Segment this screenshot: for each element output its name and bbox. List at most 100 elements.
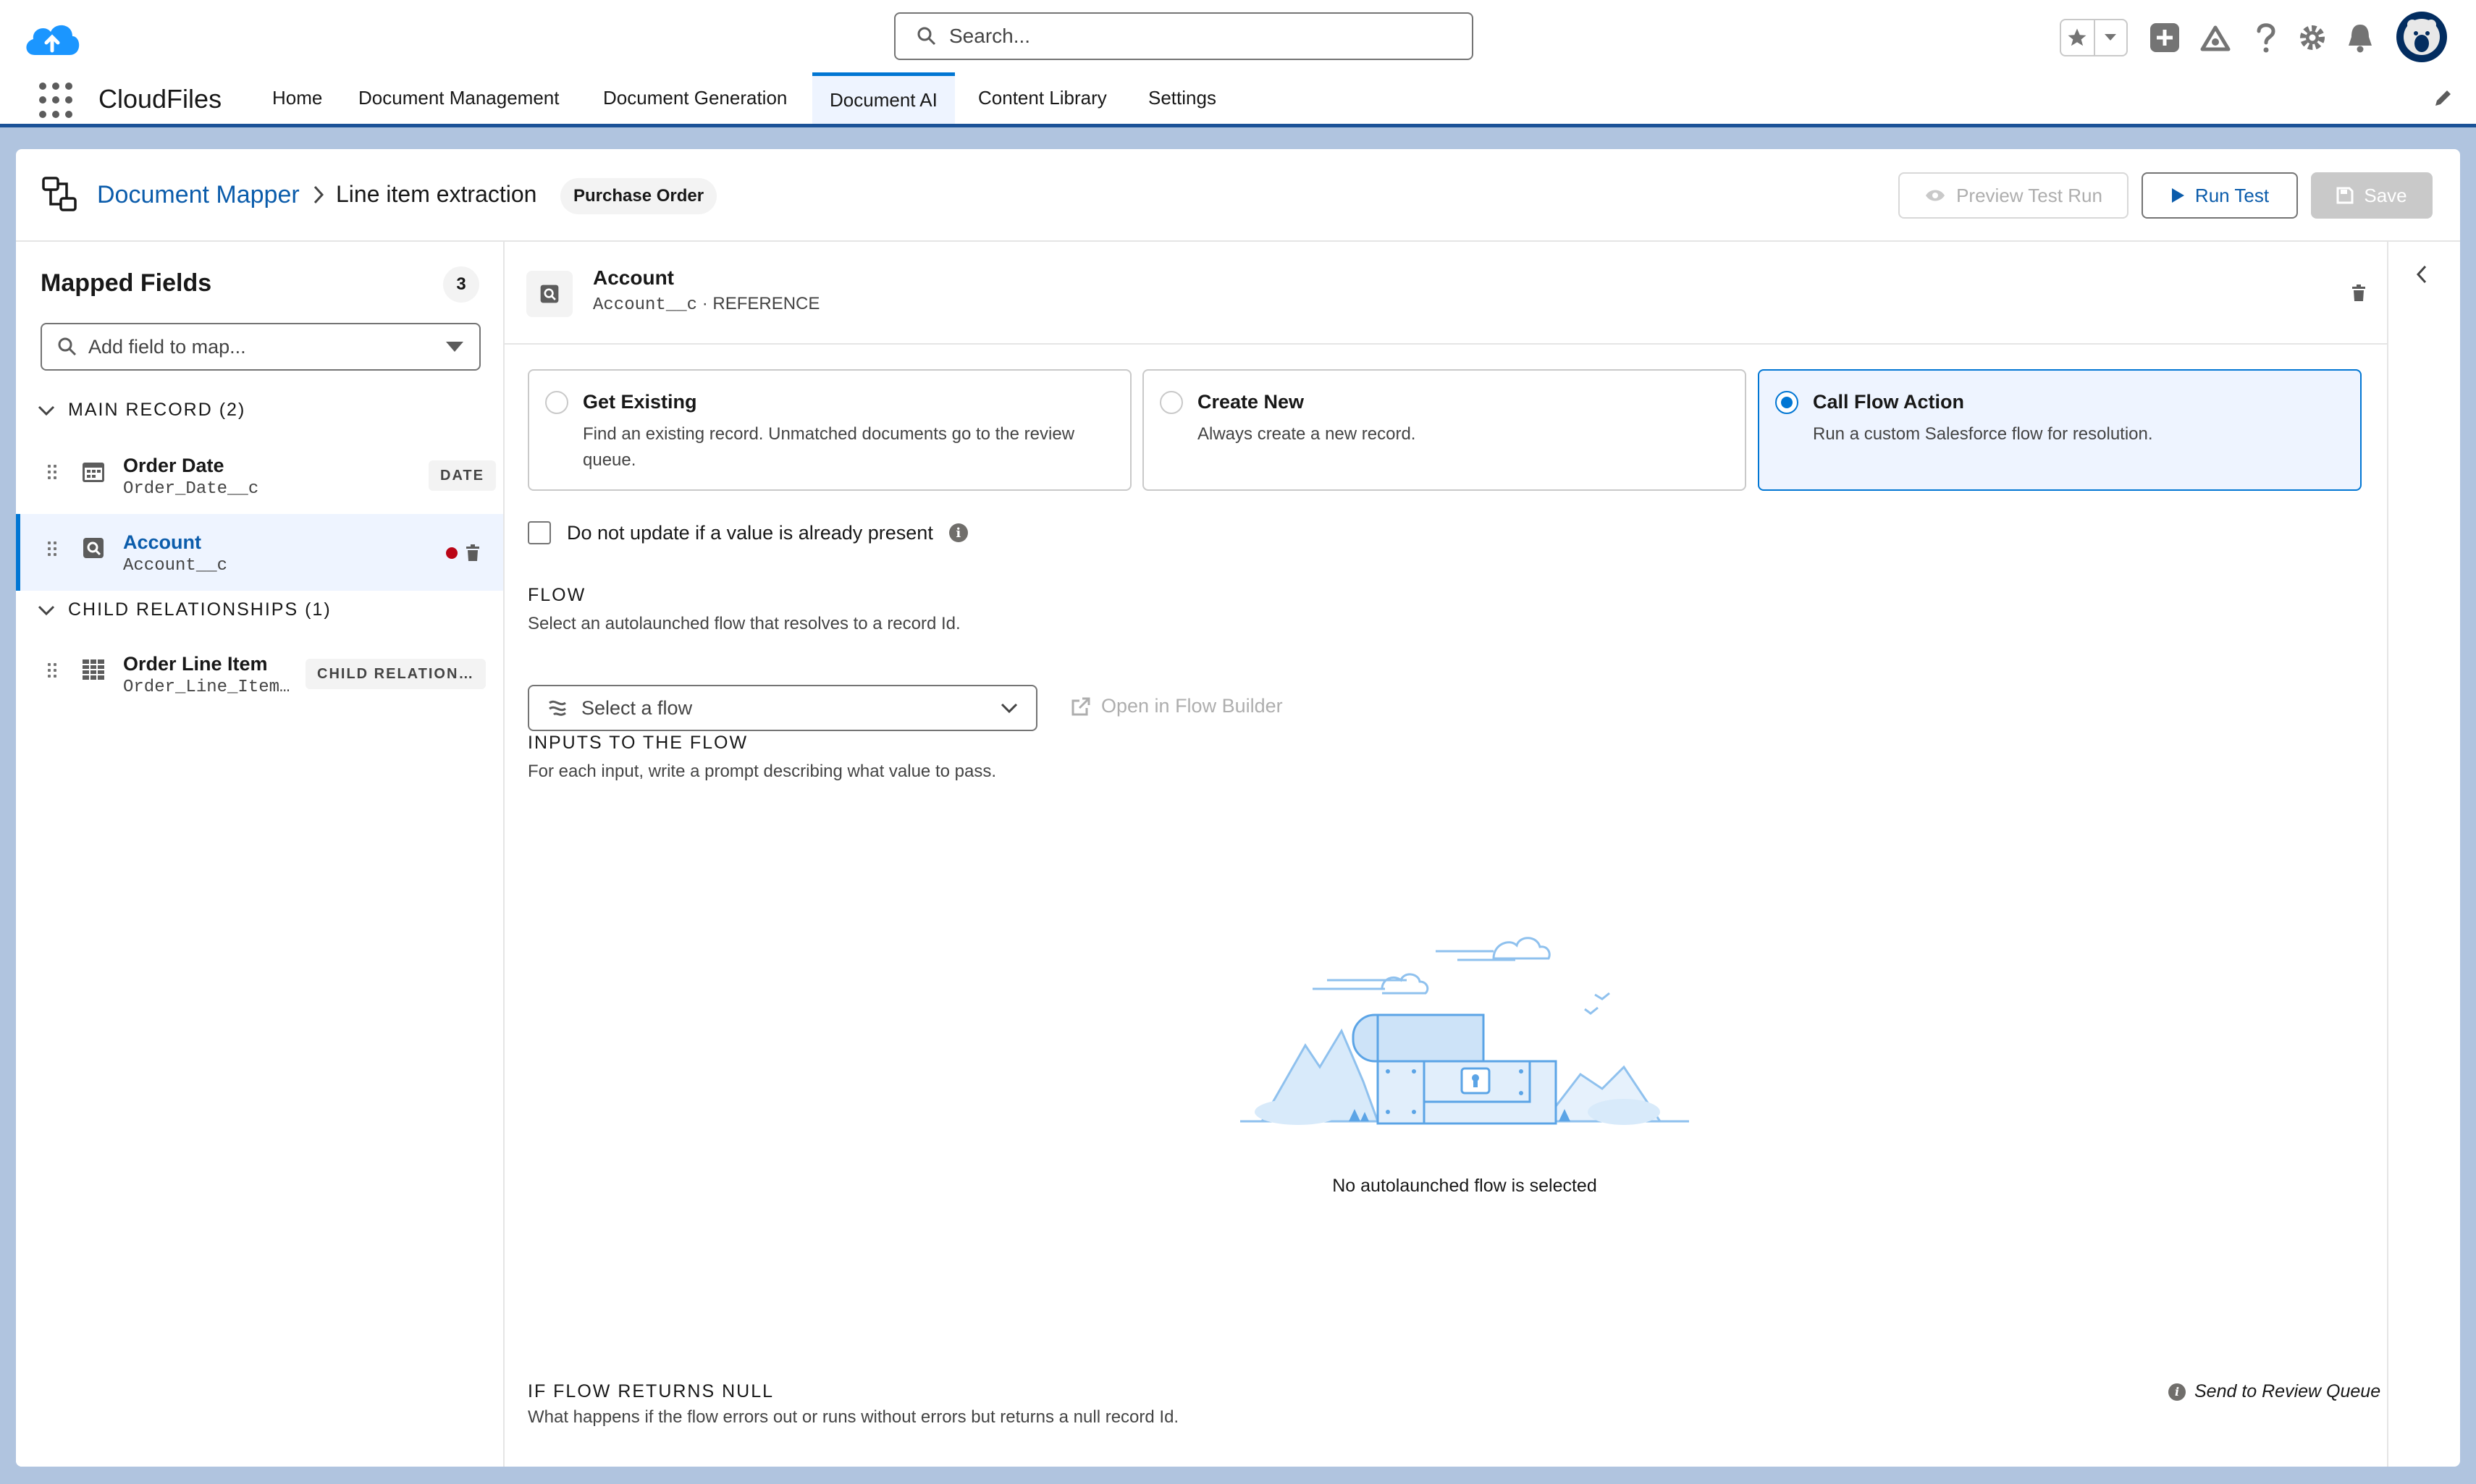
dropdown-caret-icon <box>446 342 463 352</box>
help-icon[interactable] <box>2247 19 2285 56</box>
error-indicator-dot <box>446 547 458 559</box>
mapper-icon <box>41 175 78 216</box>
child-relationships-section-toggle[interactable]: CHILD RELATIONSHIPS (1) <box>38 599 332 620</box>
null-action-indicator: i Send to Review Queue <box>2168 1381 2380 1402</box>
add-icon[interactable] <box>2146 19 2184 56</box>
delete-mapping-trash-icon[interactable] <box>2351 284 2367 306</box>
favorites-dropdown-icon[interactable] <box>2095 20 2126 55</box>
nav-tab-document-ai[interactable]: Document AI <box>812 72 955 124</box>
app-launcher-icon[interactable] <box>39 83 75 119</box>
empty-state-text: No autolaunched flow is selected <box>1332 1176 1597 1196</box>
calendar-icon <box>81 459 111 489</box>
field-detail-api: Account__c <box>593 295 698 315</box>
field-type-badge: DATE <box>429 460 496 491</box>
drag-handle-icon[interactable] <box>48 541 56 556</box>
flow-select-combobox[interactable]: Select a flow <box>528 685 1037 731</box>
favorites-star-icon[interactable] <box>2061 20 2095 55</box>
edit-nav-pencil-icon[interactable] <box>2433 87 2454 112</box>
nav-tab-content-library[interactable]: Content Library <box>961 72 1124 124</box>
empty-state-illustration <box>1240 922 1689 1139</box>
field-api-name: Order_Date__c <box>123 479 259 499</box>
mapped-fields-count-badge: 3 <box>443 266 479 303</box>
null-action-label: Send to Review Queue <box>2194 1381 2381 1401</box>
chevron-down-icon <box>38 405 55 416</box>
null-heading: IF FLOW RETURNS NULL <box>528 1381 775 1401</box>
nav-tab-settings[interactable]: Settings <box>1131 72 1234 124</box>
trailhead-icon[interactable] <box>2197 19 2234 56</box>
flow-help-text: Select an autolaunched flow that resolve… <box>528 614 961 633</box>
option-title: Call Flow Action <box>1813 391 1964 413</box>
setup-gear-icon[interactable] <box>2294 19 2331 56</box>
option-create-new[interactable]: Create New Always create a new record. <box>1142 369 1746 491</box>
flow-icon <box>549 700 566 716</box>
eye-icon <box>1926 190 1945 201</box>
field-api-name: Account__c <box>123 556 228 576</box>
nav-tab-document-management[interactable]: Document Management <box>341 72 576 124</box>
global-header: Search... <box>0 0 2476 72</box>
mapped-field-row-order-date[interactable]: Order Date Order_Date__c DATE <box>16 437 503 514</box>
document-type-pill: Purchase Order <box>560 178 717 214</box>
run-test-label: Run Test <box>2194 184 2270 206</box>
flow-heading: FLOW <box>528 585 586 605</box>
field-label: Account <box>123 531 201 553</box>
table-icon <box>81 657 111 688</box>
option-call-flow-action[interactable]: Call Flow Action Run a custom Salesforce… <box>1758 369 2362 491</box>
drag-handle-icon[interactable] <box>48 465 56 479</box>
field-label: Order Line Item <box>123 653 268 675</box>
chevron-down-icon <box>1001 703 1018 714</box>
search-icon <box>58 337 77 356</box>
notifications-bell-icon[interactable] <box>2341 19 2379 56</box>
mapped-field-row-order-line-item[interactable]: Order Line Item Order_Line_Item… CHILD R… <box>16 636 503 712</box>
mapped-field-row-account[interactable]: Account Account__c <box>16 514 503 591</box>
null-help-text: What happens if the flow errors out or r… <box>528 1407 1179 1427</box>
main-record-section-toggle[interactable]: MAIN RECORD (2) <box>38 400 245 421</box>
separator-dot: · <box>702 294 708 313</box>
breadcrumb-document-mapper[interactable]: Document Mapper <box>97 181 300 209</box>
field-label: Order Date <box>123 455 224 476</box>
option-description: Find an existing record. Unmatched docum… <box>583 424 1075 470</box>
drag-handle-icon[interactable] <box>48 663 56 678</box>
field-detail-panel: Account Account__c · REFERENCE Get Exist… <box>505 242 2460 1467</box>
preview-label: Preview Test Run <box>1956 184 2102 206</box>
no-update-checkbox-row: Do not update if a value is already pres… <box>528 521 968 544</box>
no-update-checkbox[interactable] <box>528 521 551 544</box>
save-disk-icon <box>2336 187 2354 204</box>
option-get-existing[interactable]: Get Existing Find an existing record. Un… <box>528 369 1132 491</box>
child-relationships-heading: CHILD RELATIONSHIPS (1) <box>68 599 332 620</box>
field-api-name: Order_Line_Item… <box>123 678 290 697</box>
field-detail-kind: REFERENCE <box>712 294 820 313</box>
field-type-badge: CHILD RELATION… <box>306 659 487 689</box>
info-icon[interactable]: i <box>948 523 968 542</box>
radio-call-flow-action[interactable] <box>1775 391 1798 414</box>
info-icon: i <box>2168 1383 2186 1401</box>
field-detail-header: Account Account__c · REFERENCE <box>505 242 2387 345</box>
option-description: Run a custom Salesforce flow for resolut… <box>1813 424 2153 444</box>
save-button[interactable]: Save <box>2311 172 2433 219</box>
open-in-flow-builder-link[interactable]: Open in Flow Builder <box>1071 695 1283 717</box>
add-field-combobox[interactable]: Add field to map... <box>41 323 481 371</box>
collapse-panel-chevron-left-icon[interactable] <box>2414 264 2429 289</box>
search-placeholder: Search... <box>949 25 1031 47</box>
delete-trash-icon[interactable] <box>465 544 481 565</box>
document-mapper-card: Document Mapper Line item extraction Pur… <box>16 149 2460 1467</box>
global-search-input[interactable]: Search... <box>894 12 1473 60</box>
save-label: Save <box>2364 184 2407 206</box>
user-avatar[interactable] <box>2396 12 2447 62</box>
play-icon <box>2171 188 2184 203</box>
open-in-flow-builder-label: Open in Flow Builder <box>1101 695 1283 717</box>
radio-create-new[interactable] <box>1160 391 1183 414</box>
inputs-help-text: For each input, write a prompt describin… <box>528 762 996 781</box>
run-test-button[interactable]: Run Test <box>2142 172 2298 219</box>
page-scrollbar[interactable] <box>2460 127 2476 1484</box>
nav-tab-document-generation[interactable]: Document Generation <box>586 72 804 124</box>
nav-tab-home[interactable]: Home <box>255 72 340 124</box>
card-header: Document Mapper Line item extraction Pur… <box>16 149 2460 242</box>
preview-test-run-button[interactable]: Preview Test Run <box>1898 172 2128 219</box>
field-detail-title: Account <box>593 266 674 289</box>
search-icon <box>917 27 936 46</box>
chevron-right-icon <box>311 184 326 209</box>
option-title: Get Existing <box>583 391 697 413</box>
chevron-down-icon <box>38 605 55 615</box>
radio-get-existing[interactable] <box>545 391 568 414</box>
cloud-logo-icon[interactable] <box>22 16 83 59</box>
